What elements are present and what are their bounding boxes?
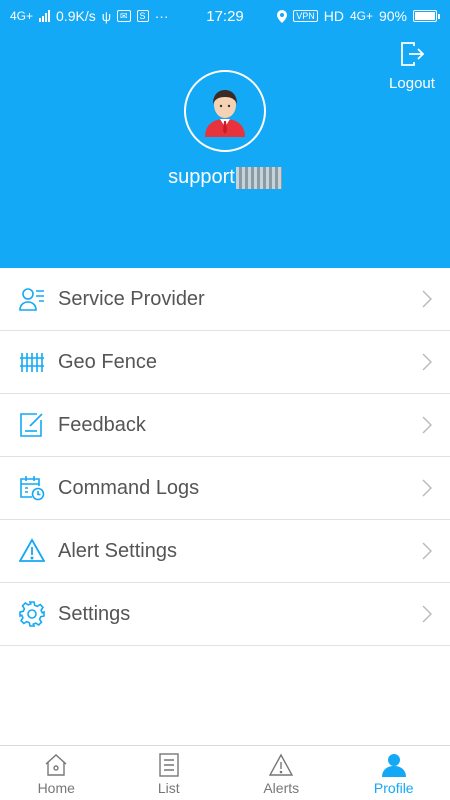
battery-icon (413, 10, 440, 22)
more-notifications-icon: ··· (154, 8, 169, 24)
s-notification-icon: S (136, 10, 149, 22)
tab-label: List (157, 780, 180, 796)
menu-item-command-logs[interactable]: Command Logs (0, 457, 450, 520)
logout-button[interactable]: Logout (386, 40, 438, 92)
menu-item-label: Geo Fence (58, 350, 157, 373)
usb-icon: ψ (101, 8, 111, 24)
menu-item-geo-fence[interactable]: Geo Fence (0, 331, 450, 394)
list-icon (159, 753, 179, 777)
menu-item-label: Settings (58, 602, 131, 625)
username-text: support (168, 166, 235, 188)
status-bar: 4G+ 0.9K/s ψ ✉ S ··· 17:29 VPN HD 4G+ 90… (0, 0, 450, 32)
chevron-right-icon (422, 416, 432, 434)
chevron-right-icon (422, 353, 432, 371)
profile-icon (381, 754, 406, 777)
avatar[interactable] (184, 70, 266, 152)
tab-home[interactable]: Home (0, 746, 113, 800)
vpn-badge: VPN (293, 10, 318, 22)
location-icon (277, 9, 288, 23)
menu-item-label: Command Logs (58, 476, 200, 499)
geo-fence-icon (19, 349, 45, 375)
alert-settings-icon (19, 538, 45, 564)
menu-item-label: Alert Settings (58, 539, 177, 562)
alert-icon (269, 753, 294, 776)
tab-alerts[interactable]: Alerts (225, 746, 338, 800)
menu-item-feedback[interactable]: Feedback (0, 394, 450, 457)
battery-percent: 90% (378, 8, 407, 24)
chevron-right-icon (422, 605, 432, 623)
menu-item-service-provider[interactable]: Service Provider (0, 268, 450, 331)
username-redacted (235, 166, 282, 189)
feedback-icon (19, 412, 45, 438)
chevron-right-icon (422, 479, 432, 497)
menu-item-label: Feedback (58, 413, 146, 436)
profile-header: 4G+ 0.9K/s ψ ✉ S ··· 17:29 VPN HD 4G+ 90… (0, 0, 450, 268)
tab-label: Profile (373, 780, 414, 796)
tab-label: Home (37, 780, 75, 796)
tab-profile[interactable]: Profile (338, 746, 450, 800)
clock: 17:29 (206, 7, 244, 25)
logout-label: Logout (389, 75, 435, 92)
menu-item-settings[interactable]: Settings (0, 583, 450, 646)
user-avatar-icon (205, 90, 245, 137)
hd-label: HD (323, 8, 344, 24)
command-logs-icon (19, 475, 45, 501)
network-speed: 0.9K/s (56, 8, 96, 24)
home-icon (45, 754, 67, 776)
username: support (0, 166, 450, 189)
chevron-right-icon (422, 542, 432, 560)
network-type: 4G+ (10, 9, 34, 23)
settings-icon (19, 601, 45, 627)
service-provider-icon (19, 286, 45, 312)
network-type-right: 4G+ (349, 9, 373, 23)
app-notification-icon: ✉ (117, 10, 131, 22)
menu-item-label: Service Provider (58, 287, 205, 310)
menu-item-alert-settings[interactable]: Alert Settings (0, 520, 450, 583)
logout-icon (401, 42, 425, 66)
menu-list: Service Provider Geo Fence Feedback Comm… (0, 268, 450, 646)
tab-label: Alerts (263, 780, 300, 796)
bottom-tab-bar: Home List Alerts Profile (0, 745, 450, 800)
chevron-right-icon (422, 290, 432, 308)
signal-icon (39, 10, 51, 22)
tab-list[interactable]: List (113, 746, 226, 800)
